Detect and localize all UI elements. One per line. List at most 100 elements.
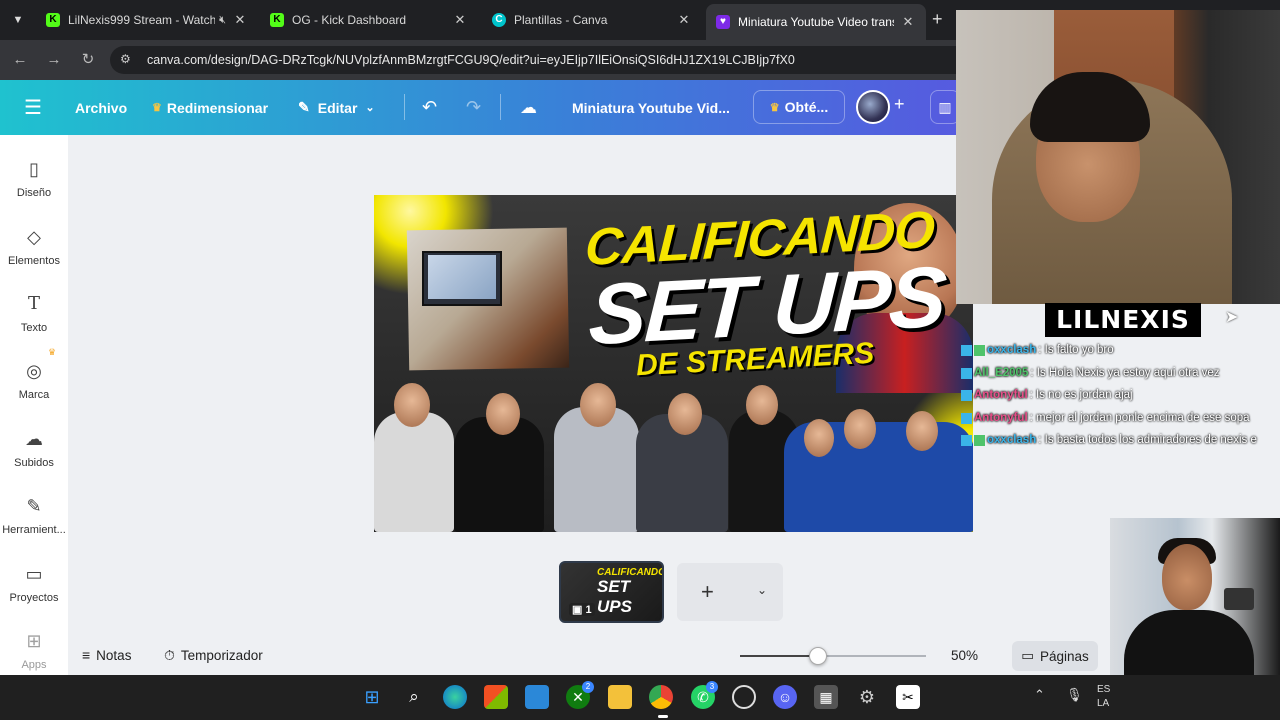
sidebar-item-text[interactable]: T Texto xyxy=(0,292,68,334)
capcut-icon[interactable]: ✂ xyxy=(896,685,920,709)
streamer-name-label: LILNEXIS xyxy=(1045,303,1201,337)
tab-canva-templates[interactable]: C Plantillas - Canva ✕ xyxy=(482,6,702,34)
file-menu-button[interactable]: Archivo xyxy=(75,80,127,135)
sidebar-item-apps[interactable]: ⊞ Apps xyxy=(0,629,68,671)
design-icon: ▯ xyxy=(29,159,39,179)
chat-username: oxxclash xyxy=(987,434,1037,446)
person-head xyxy=(394,383,430,427)
document-title[interactable]: Miniatura Youtube Vid... xyxy=(572,80,730,135)
person-head xyxy=(746,385,778,425)
chrome-icon[interactable] xyxy=(649,685,673,709)
microphone-icon[interactable]: 🎙︎ xyxy=(1066,687,1083,703)
cloud-saved-icon[interactable]: ☁︎ xyxy=(520,80,537,135)
mouse-cursor-icon: ➤ xyxy=(1225,309,1239,326)
nodes-icon[interactable] xyxy=(732,685,756,709)
tab-title: Miniatura Youtube Video transm xyxy=(738,15,894,29)
chat-username: Antonyful xyxy=(974,412,1028,424)
subscriber-badge-icon xyxy=(961,434,972,446)
close-tab-icon[interactable]: ✕ xyxy=(676,12,692,28)
left-sidebar: ▯ Diseño ◇ Elementos T Texto ♛ ◎ Marca ☁… xyxy=(0,135,68,675)
chat-text: : Is Hola Nexis ya estoy aqui otra vez xyxy=(1030,367,1220,379)
chevron-down-icon[interactable]: ⌄ xyxy=(757,583,767,597)
person-head xyxy=(486,393,520,435)
kick-icon: K xyxy=(270,13,284,27)
add-page-plus[interactable]: + xyxy=(701,579,714,605)
sidebar-item-design[interactable]: ▯ Diseño xyxy=(0,157,68,199)
language-indicator[interactable]: ES LA xyxy=(1097,683,1110,711)
chevron-down-icon: ⌄ xyxy=(365,102,375,114)
reload-icon[interactable]: ↻ xyxy=(78,50,98,70)
undo-icon[interactable]: ↶ xyxy=(422,80,437,135)
chat-text: : mejor al jordan ponle encima de ese so… xyxy=(1029,412,1250,424)
sidebar-item-uploads[interactable]: ☁ Subidos xyxy=(0,427,68,469)
zoom-slider-handle[interactable] xyxy=(809,647,828,665)
sidebar-label: Apps xyxy=(21,659,47,671)
webcam-overlay xyxy=(956,10,1280,304)
chevron-up-icon[interactable]: ⌃ xyxy=(1034,687,1045,703)
tab-search-chevron-icon[interactable]: ▼ xyxy=(6,8,30,32)
thumbnail-design-canvas[interactable]: CALIFICANDO SET UPS DE STREAMERS xyxy=(374,195,973,532)
pages-icon: ▭ xyxy=(1021,648,1034,663)
redo-icon[interactable]: ↷ xyxy=(466,80,481,135)
resize-button[interactable]: ♛ Redimensionar xyxy=(152,80,268,135)
stack-icon[interactable] xyxy=(525,685,549,709)
store-icon[interactable] xyxy=(484,685,508,709)
address-bar[interactable]: ⚙︎ canva.com/design/DAG-DRzTcgk/NUVplzfA… xyxy=(110,46,970,74)
timer-button[interactable]: ⏱︎ Temporizador xyxy=(164,647,263,664)
laptop-screen-image xyxy=(428,255,496,299)
sidebar-item-projects[interactable]: ▭ Proyectos xyxy=(0,562,68,604)
page-icon: ▣ xyxy=(572,604,586,616)
back-arrow-icon[interactable]: ← xyxy=(10,50,30,70)
region-code: LA xyxy=(1097,698,1110,709)
secondary-cam-head xyxy=(1162,544,1212,610)
forward-arrow-icon[interactable]: → xyxy=(44,50,64,70)
upload-icon: ☁ xyxy=(25,429,43,449)
close-tab-icon[interactable]: ✕ xyxy=(900,14,916,30)
canva-icon: C xyxy=(492,13,506,27)
edge-icon[interactable] xyxy=(443,685,467,709)
tab-kick-stream[interactable]: K LilNexis999 Stream - Watch 🔇︎ ✕ xyxy=(36,6,258,34)
capture-icon[interactable]: ▦ xyxy=(814,685,838,709)
user-avatar[interactable] xyxy=(856,90,890,124)
settings-icon[interactable]: ⚙︎ xyxy=(855,685,879,709)
close-tab-icon[interactable]: ✕ xyxy=(452,12,468,28)
zoom-slider[interactable] xyxy=(740,647,926,665)
streamers-group-photo[interactable] xyxy=(374,375,973,532)
person-head xyxy=(668,393,702,435)
verified-badge-icon xyxy=(974,344,985,356)
crown-icon: ♛ xyxy=(769,101,780,114)
sidebar-item-brand[interactable]: ◎ Marca xyxy=(0,359,68,401)
tab-canva-design[interactable]: ♥ Miniatura Youtube Video transm ✕ xyxy=(706,4,926,40)
page-thumbnail[interactable]: CALIFICANDO SET UPS ▣ 1 xyxy=(559,561,664,623)
new-tab-icon[interactable]: + xyxy=(932,9,943,30)
zoom-percentage[interactable]: 50% xyxy=(951,648,978,663)
notes-button[interactable]: ≡ Notas xyxy=(82,647,131,663)
muted-speaker-icon[interactable]: 🔇︎ xyxy=(219,14,226,27)
sidebar-label: Proyectos xyxy=(9,592,59,604)
hamburger-menu-icon[interactable]: ☰ xyxy=(24,80,42,135)
site-settings-icon[interactable]: ⚙︎ xyxy=(120,52,131,66)
close-tab-icon[interactable]: ✕ xyxy=(232,12,248,28)
url-text[interactable]: canva.com/design/DAG-DRzTcgk/NUVplzfAnmB… xyxy=(147,53,795,67)
sidebar-item-tools[interactable]: ✎ Herramient... xyxy=(0,494,68,536)
tab-kick-dashboard[interactable]: K OG - Kick Dashboard ✕ xyxy=(260,6,478,34)
chat-username: All_E2005 xyxy=(974,367,1029,379)
timer-icon: ⏱︎ xyxy=(164,647,175,663)
zoom-slider-fill xyxy=(740,655,819,657)
crown-icon: ♛ xyxy=(48,347,57,357)
chat-message: All_E2005 : Is Hola Nexis ya estoy aqui … xyxy=(961,364,1280,382)
sidebar-label: Subidos xyxy=(14,457,54,469)
add-collaborator-button[interactable]: + xyxy=(894,94,905,115)
pages-button[interactable]: ▭ Páginas xyxy=(1012,641,1098,671)
search-icon[interactable]: ⌕ xyxy=(402,685,426,709)
folder-icon[interactable] xyxy=(608,685,632,709)
windows-start-icon[interactable]: ⊞ xyxy=(360,685,384,709)
edit-mode-button[interactable]: ✎ Editar ⌄ xyxy=(298,80,375,135)
tab-title: LilNexis999 Stream - Watch xyxy=(68,13,216,27)
add-page-button[interactable]: + ⌄ xyxy=(677,563,783,621)
notification-badge: 2 xyxy=(582,681,594,693)
sidebar-item-elements[interactable]: ◇ Elementos xyxy=(0,225,68,267)
discord-icon[interactable]: ☺ xyxy=(773,685,797,709)
upgrade-button[interactable]: ♛ Obté... xyxy=(753,90,845,124)
page-number-badge: ▣ 1 xyxy=(569,603,595,616)
